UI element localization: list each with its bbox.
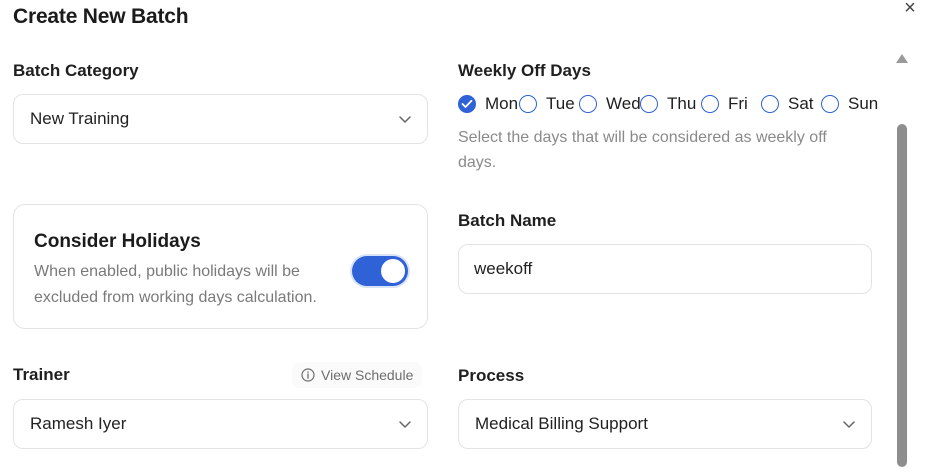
weekday-option-wed[interactable]: Wed (579, 94, 641, 114)
batch-category-label: Batch Category (13, 61, 139, 80)
checkmark-icon (461, 99, 473, 108)
chevron-down-icon (399, 116, 411, 123)
consider-holidays-card: Consider Holidays When enabled, public h… (13, 204, 428, 329)
process-select[interactable]: Medical Billing Support (458, 399, 872, 449)
weekly-off-help: Select the days that will be considered … (458, 125, 878, 175)
close-icon[interactable]: × (899, 0, 921, 18)
weekly-off-days-group: Mon Tue Wed Thu Fri Sat Sun (458, 94, 888, 116)
weekly-off-days-label: Weekly Off Days (458, 61, 591, 80)
dialog-title: Create New Batch (13, 5, 189, 28)
weekday-option-thu[interactable]: Thu (640, 94, 696, 114)
batch-category-select[interactable]: New Training (13, 94, 428, 144)
process-label: Process (458, 366, 525, 385)
radio-icon[interactable] (821, 95, 839, 113)
weekday-label: Sat (788, 94, 814, 113)
weekday-label: Thu (667, 94, 697, 113)
scrollbar-thumb[interactable] (897, 124, 907, 467)
weekday-label: Mon (485, 94, 519, 113)
radio-icon[interactable] (579, 95, 597, 113)
weekday-option-fri[interactable]: Fri (701, 94, 748, 114)
view-schedule-label: View Schedule (321, 367, 414, 383)
weekday-option-sun[interactable]: Sun (821, 94, 878, 114)
weekday-option-tue[interactable]: Tue (519, 94, 575, 114)
weekday-label: Fri (728, 94, 748, 113)
consider-holidays-description: When enabled, public holidays will be ex… (34, 263, 317, 306)
batch-name-input[interactable] (459, 245, 871, 293)
chevron-down-icon (399, 421, 411, 428)
weekday-label: Wed (606, 94, 641, 113)
consider-holidays-toggle[interactable] (352, 256, 408, 286)
view-schedule-button[interactable]: View Schedule (292, 362, 423, 388)
info-icon (301, 368, 315, 382)
weekday-option-sat[interactable]: Sat (761, 94, 814, 114)
weekday-label: Tue (546, 94, 575, 113)
radio-icon[interactable] (701, 95, 719, 113)
process-value: Medical Billing Support (475, 414, 648, 433)
radio-icon[interactable] (519, 95, 537, 113)
checked-radio-icon[interactable] (458, 95, 476, 113)
weekday-option-mon[interactable]: Mon (458, 94, 518, 114)
trainer-value: Ramesh Iyer (30, 414, 127, 433)
weekday-label: Sun (848, 94, 879, 113)
trainer-select[interactable]: Ramesh Iyer (13, 399, 428, 449)
chevron-down-icon (843, 421, 855, 428)
radio-icon[interactable] (761, 95, 779, 113)
trainer-label: Trainer (13, 365, 70, 384)
batch-category-value: New Training (30, 109, 130, 128)
toggle-knob (381, 259, 405, 283)
weekly-off-help-line2: days. (458, 154, 497, 171)
batch-name-field (458, 244, 872, 294)
batch-name-label: Batch Name (458, 211, 557, 230)
scroll-up-arrow-icon[interactable] (896, 54, 908, 63)
weekly-off-help-line1: Select the days that will be considered … (458, 129, 827, 146)
radio-icon[interactable] (640, 95, 658, 113)
consider-holidays-title: Consider Holidays (34, 231, 201, 252)
